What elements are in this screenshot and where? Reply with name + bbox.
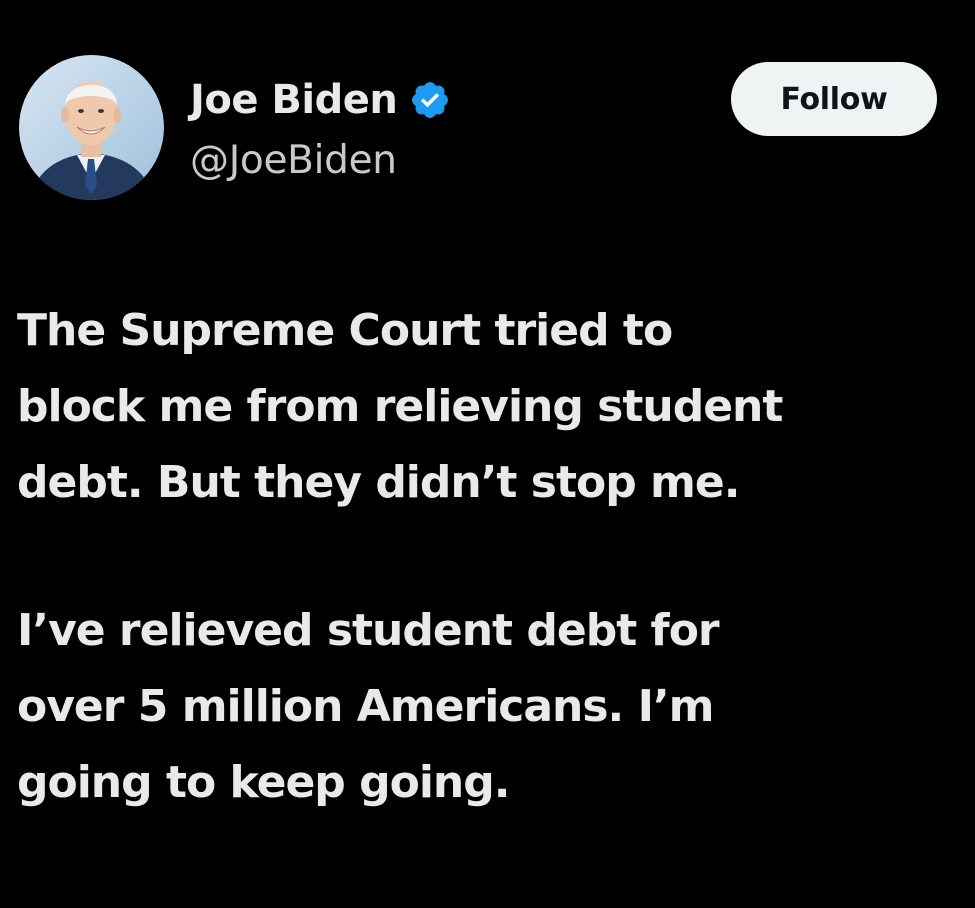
verified-badge-icon[interactable] — [409, 79, 451, 121]
avatar-photo-icon — [19, 55, 164, 200]
tweet-line: The Supreme Court tried to — [17, 305, 673, 356]
tweet-line: block me from relieving student — [17, 381, 783, 432]
tweet-paragraph: I’ve relieved student debt for over 5 mi… — [17, 593, 967, 821]
tweet-line: going to keep going. — [17, 757, 510, 808]
follow-button[interactable]: Follow — [731, 62, 937, 136]
tweet-paragraph: The Supreme Court tried to block me from… — [17, 293, 967, 521]
tweet-line: over 5 million Americans. I’m — [17, 681, 715, 732]
tweet-line: debt. But they didn’t stop me. — [17, 457, 740, 508]
tweet-card: Joe Biden @JoeBiden Follow The Supreme C… — [0, 0, 975, 908]
author-display-name[interactable]: Joe Biden — [190, 77, 398, 123]
author-handle[interactable]: @JoeBiden — [190, 138, 397, 183]
author-avatar[interactable] — [19, 55, 164, 200]
tweet-line: I’ve relieved student debt for — [17, 605, 720, 656]
tweet-text: The Supreme Court tried to block me from… — [17, 293, 967, 821]
author-name-row: Joe Biden — [190, 70, 451, 130]
